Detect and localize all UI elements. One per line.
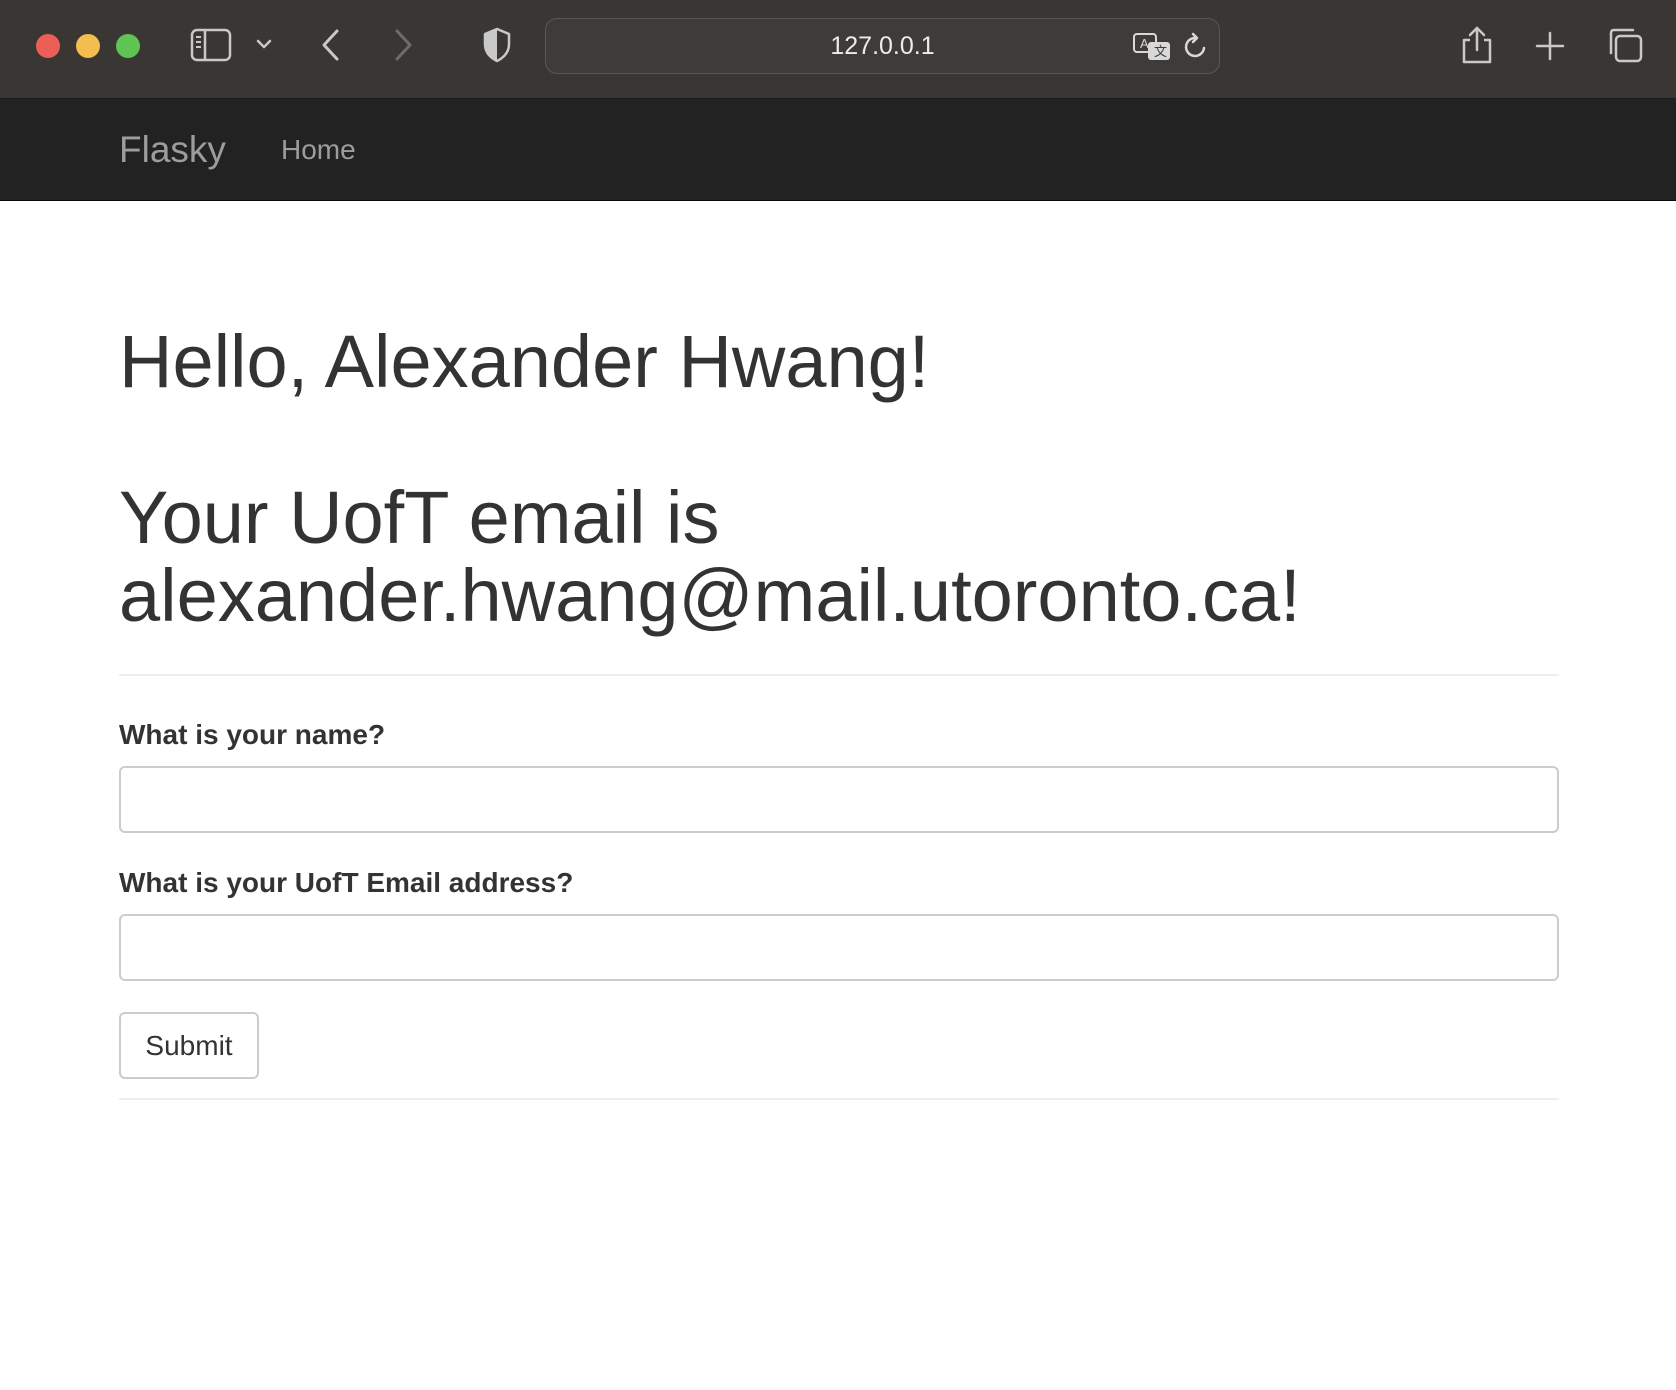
sidebar-icon[interactable] [190, 28, 232, 62]
submit-button[interactable]: Submit [119, 1012, 259, 1079]
zoom-window-button[interactable] [116, 34, 140, 58]
email-label: What is your UofT Email address? [119, 867, 574, 898]
name-label: What is your name? [119, 719, 386, 750]
email-heading: Your UofT email is alexander.hwang@mail.… [119, 476, 1301, 637]
email-input[interactable] [119, 914, 1559, 981]
nav-link-home[interactable]: Home [281, 99, 356, 201]
divider [119, 674, 1559, 676]
address-text: 127.0.0.1 [830, 31, 935, 60]
chevron-down-icon[interactable] [256, 38, 272, 50]
minimize-window-button[interactable] [76, 34, 100, 58]
translate-icon[interactable]: A 文 [1132, 32, 1172, 62]
greeting-heading: Hello, Alexander Hwang! [119, 320, 930, 403]
navbar-brand[interactable]: Flasky [119, 99, 226, 201]
reload-icon[interactable] [1182, 32, 1210, 62]
name-input[interactable] [119, 766, 1559, 833]
divider-bottom [119, 1098, 1559, 1100]
back-arrow-icon[interactable] [320, 28, 342, 62]
shield-icon[interactable] [482, 27, 512, 63]
close-window-button[interactable] [36, 34, 60, 58]
svg-text:文: 文 [1154, 44, 1167, 59]
tabs-overview-icon[interactable] [1606, 26, 1644, 64]
share-icon[interactable] [1460, 24, 1494, 66]
forward-arrow-icon[interactable] [392, 28, 414, 62]
svg-text:A: A [1140, 36, 1149, 51]
browser-toolbar: 127.0.0.1 A 文 [0, 0, 1676, 99]
new-tab-plus-icon[interactable] [1534, 30, 1566, 62]
address-bar[interactable]: 127.0.0.1 A 文 [545, 18, 1220, 74]
site-navbar: Flasky Home [0, 99, 1676, 201]
